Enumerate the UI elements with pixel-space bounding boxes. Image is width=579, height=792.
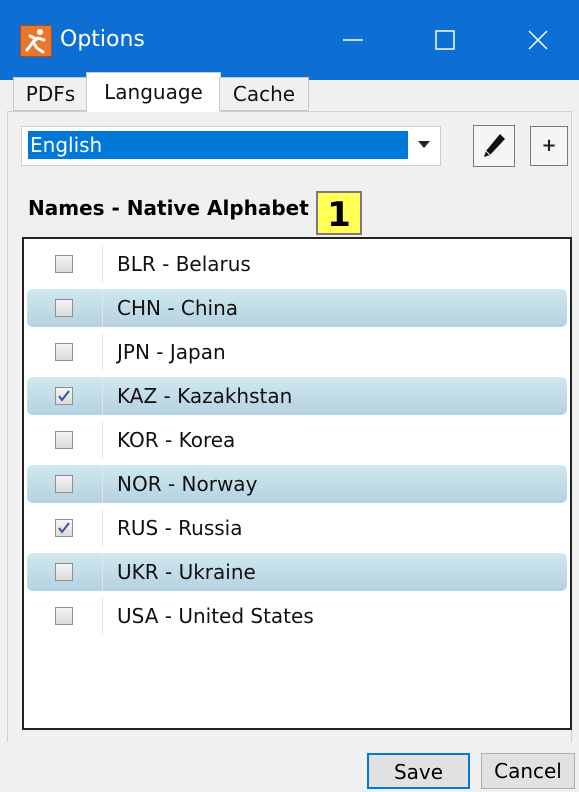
maximize-button[interactable] <box>425 22 465 58</box>
checkbox[interactable] <box>55 343 73 361</box>
column-divider <box>102 421 103 459</box>
list-item-label: CHN - China <box>117 296 239 320</box>
column-divider <box>102 553 103 591</box>
column-divider <box>102 465 103 503</box>
list-item[interactable]: USA - United States <box>27 597 567 635</box>
edit-language-button[interactable] <box>473 125 515 167</box>
list-item-label: UKR - Ukraine <box>117 560 256 584</box>
checkbox[interactable] <box>55 607 73 625</box>
country-list[interactable]: BLR - Belarus CHN - China JPN - Japan KA… <box>22 237 572 730</box>
checkbox-checked[interactable] <box>55 387 73 405</box>
tab-pdfs[interactable]: PDFs <box>13 77 88 111</box>
checkbox[interactable] <box>55 255 73 273</box>
chevron-down-icon <box>418 141 430 148</box>
column-divider <box>102 245 103 283</box>
column-divider <box>102 597 103 635</box>
window-title: Options <box>60 27 145 52</box>
list-item[interactable]: CHN - China <box>27 289 567 327</box>
language-select[interactable]: English <box>21 126 441 166</box>
tab-cache[interactable]: Cache <box>219 77 309 111</box>
list-item[interactable]: KOR - Korea <box>27 421 567 459</box>
list-item[interactable]: BLR - Belarus <box>27 245 567 283</box>
app-icon <box>20 25 52 57</box>
column-divider <box>102 333 103 371</box>
checkbox[interactable] <box>55 431 73 449</box>
pencil-icon <box>484 134 505 157</box>
list-item-label: BLR - Belarus <box>117 252 251 276</box>
language-selected-value: English <box>28 131 408 159</box>
tab-language[interactable]: Language <box>86 72 221 112</box>
save-button[interactable]: Save <box>367 753 470 789</box>
close-button[interactable] <box>518 22 558 58</box>
title-bar[interactable]: Options <box>0 0 579 80</box>
list-item-label: NOR - Norway <box>117 472 258 496</box>
checkmark-icon <box>58 390 70 402</box>
list-item[interactable]: KAZ - Kazakhstan <box>27 377 567 415</box>
section-label: Names - Native Alphabet <box>28 196 309 220</box>
list-item[interactable]: NOR - Norway <box>27 465 567 503</box>
checkbox-checked[interactable] <box>55 519 73 537</box>
checkbox[interactable] <box>55 475 73 493</box>
column-divider <box>102 289 103 327</box>
list-item-label: KOR - Korea <box>117 428 236 452</box>
list-item[interactable]: JPN - Japan <box>27 333 567 371</box>
list-item[interactable]: UKR - Ukraine <box>27 553 567 591</box>
list-item[interactable]: RUS - Russia <box>27 509 567 547</box>
column-divider <box>102 509 103 547</box>
checkmark-icon <box>58 522 70 534</box>
list-item-label: JPN - Japan <box>117 340 226 364</box>
list-item-label: USA - United States <box>117 604 314 628</box>
minimize-button[interactable] <box>333 22 373 58</box>
checkbox[interactable] <box>55 299 73 317</box>
list-item-label: RUS - Russia <box>117 516 243 540</box>
annotation-badge: 1 <box>316 191 362 235</box>
list-item-label: KAZ - Kazakhstan <box>117 384 293 408</box>
column-divider <box>102 377 103 415</box>
checkbox[interactable] <box>55 563 73 581</box>
tab-strip: PDFs Language Cache <box>0 72 579 112</box>
add-language-button[interactable]: + <box>530 126 568 166</box>
cancel-button[interactable]: Cancel <box>481 753 575 789</box>
